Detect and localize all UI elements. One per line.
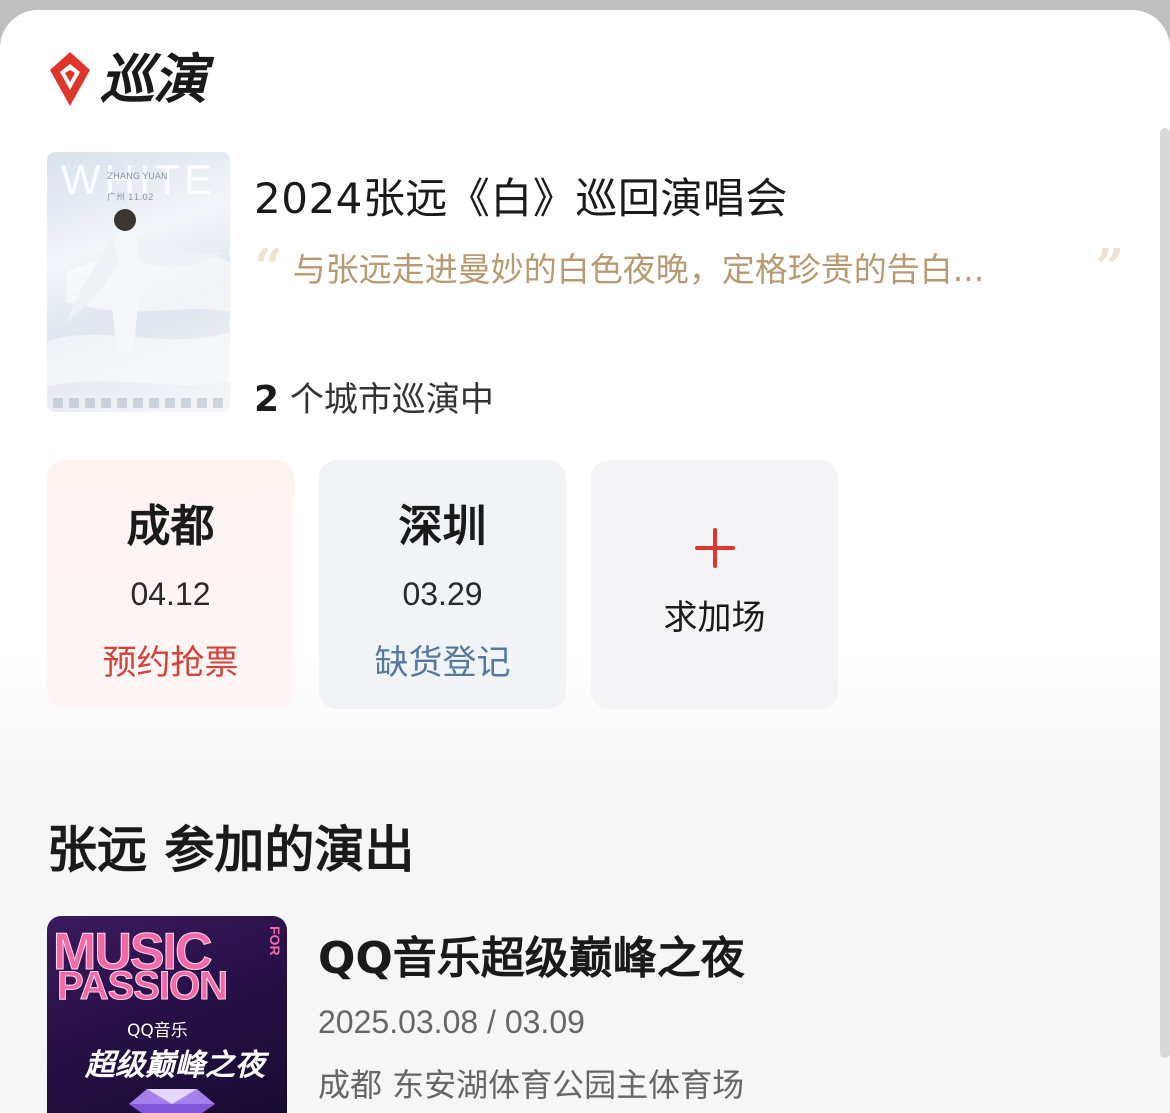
request-show-label: 求加场 xyxy=(663,598,766,638)
request-show-button[interactable]: 求加场 xyxy=(591,460,838,709)
poster-sponsor-strip xyxy=(53,398,224,408)
city-card-chengdu[interactable]: 成都 04.12 预约抢票 xyxy=(47,460,294,709)
city-name: 深圳 xyxy=(398,501,487,552)
tour-sheet: 巡演 WHITE ZHANG YUAN 广州 11.02 2024张远《白》巡回… xyxy=(0,10,1170,1113)
city-status: 预约抢票 xyxy=(102,643,239,683)
show-venue: 成都 东安湖体育公园主体育场 xyxy=(318,1066,745,1104)
city-date: 03.29 xyxy=(402,576,483,612)
city-status: 缺货登记 xyxy=(374,643,511,683)
city-date: 04.12 xyxy=(130,576,211,612)
scrollbar[interactable] xyxy=(1160,128,1170,1058)
diamond-location-icon xyxy=(50,52,90,106)
brand-name: 巡演 xyxy=(100,48,207,111)
quote-open-icon: “ xyxy=(254,237,283,296)
city-name: 成都 xyxy=(126,501,215,552)
cities-count-label: 个城市巡演中 xyxy=(289,380,494,420)
quote-close-icon: ” xyxy=(1095,237,1124,296)
tour-poster[interactable]: WHITE ZHANG YUAN 广州 11.02 xyxy=(47,152,230,412)
thumb-brand-text: QQ音乐 xyxy=(127,1021,188,1041)
cities-count: 2 个城市巡演中 xyxy=(254,372,494,421)
tour-title[interactable]: 2024张远《白》巡回演唱会 xyxy=(254,165,788,226)
thumb-for-text: FOR xyxy=(267,926,283,956)
cities-count-number: 2 xyxy=(254,379,280,420)
show-date: 2025.03.08 / 03.09 xyxy=(318,1004,585,1040)
quote-text: 与张远走进曼妙的白色夜晚，定格珍贵的告白... xyxy=(292,250,985,289)
thumb-night-text: 超级巅峰之夜 xyxy=(85,1048,265,1083)
city-card-shenzhen[interactable]: 深圳 03.29 缺货登记 xyxy=(319,460,566,709)
plus-icon xyxy=(694,528,735,568)
artist-figure-image xyxy=(47,209,230,387)
show-title[interactable]: QQ音乐超级巅峰之夜 xyxy=(318,922,745,986)
diamond-gem-icon xyxy=(129,1089,215,1113)
show-thumbnail[interactable]: MUSIC PASSION FOR QQ音乐 超级巅峰之夜 xyxy=(47,916,287,1113)
tour-quote: “ 与张远走进曼妙的白色夜晚，定格珍贵的告白... ” xyxy=(254,242,1124,292)
section-title: 张远 参加的演出 xyxy=(47,821,415,879)
thumb-passion-text: PASSION xyxy=(56,964,228,1009)
brand-header: 巡演 xyxy=(46,48,207,111)
